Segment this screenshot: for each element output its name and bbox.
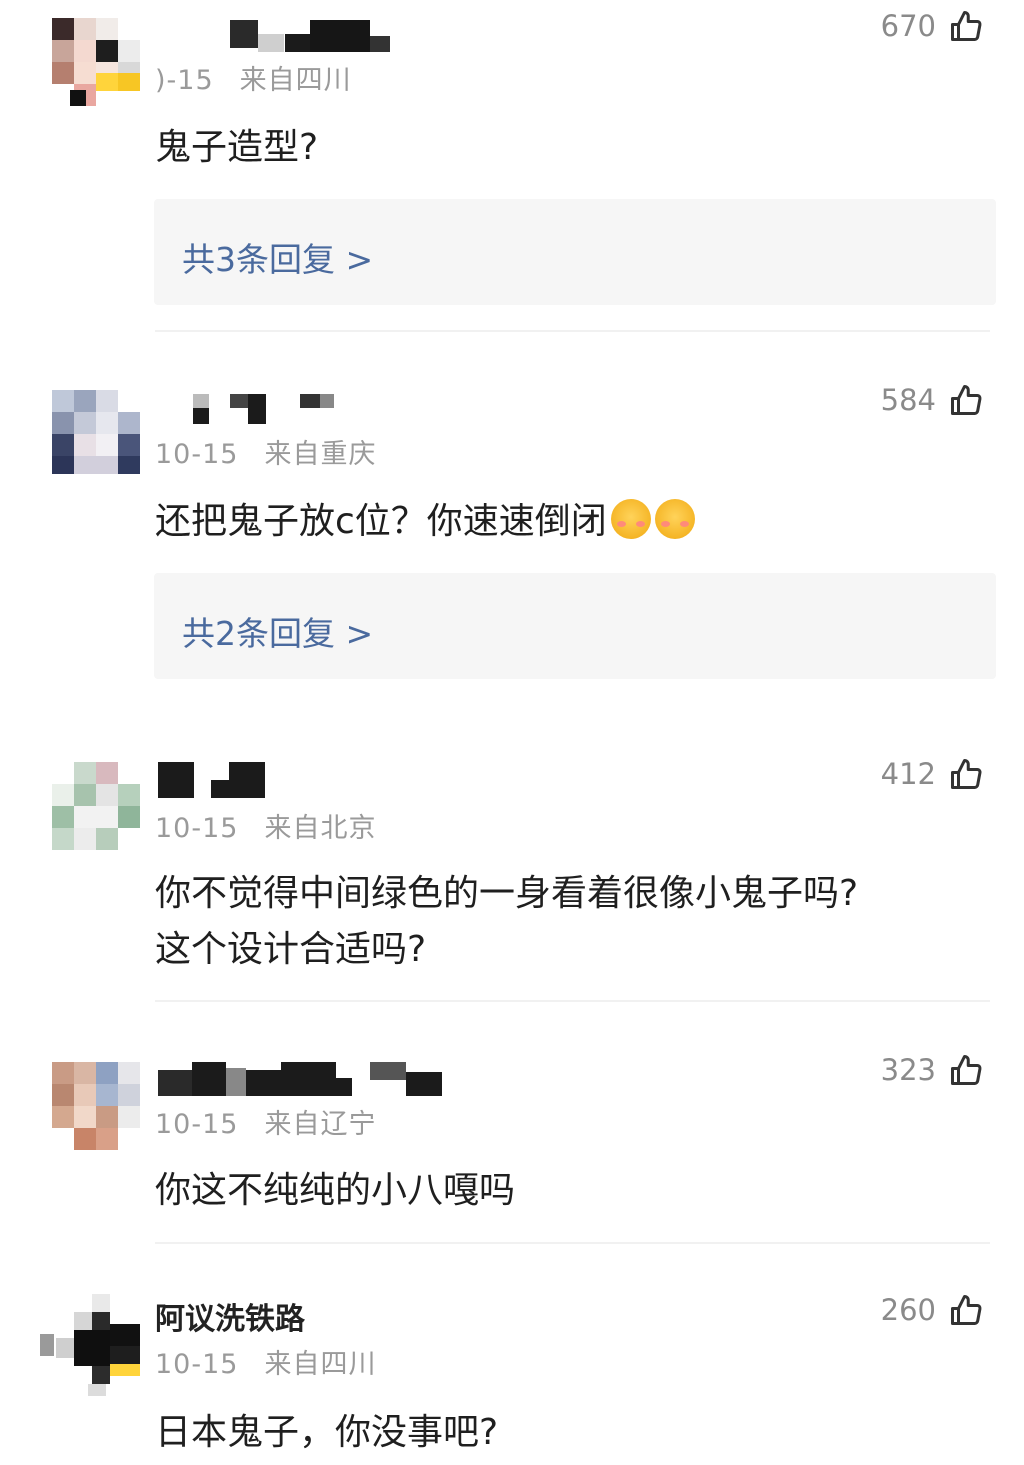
divider — [155, 1242, 990, 1244]
like-button[interactable]: 260 — [881, 1292, 984, 1328]
thumbs-up-icon — [951, 1295, 982, 1325]
like-button[interactable]: 323 — [881, 1052, 984, 1088]
comment-meta: 10-15 来自四川 — [155, 1342, 376, 1381]
comment-location: 来自北京 — [264, 813, 377, 844]
avatar[interactable] — [52, 390, 142, 480]
comment-text: 日本鬼子，你没事吧? — [155, 1412, 499, 1453]
like-count: 323 — [880, 1053, 936, 1087]
comment-date: 10-15 — [155, 1349, 239, 1380]
view-replies-button[interactable]: 共2条回复 > — [154, 573, 996, 679]
comment-text: 还把鬼子放c位？你速速倒闭 — [155, 494, 975, 550]
avatar[interactable] — [40, 1294, 142, 1396]
thumbs-up-icon — [951, 11, 982, 41]
comment-meta: 10-15 来自重庆 — [155, 432, 376, 471]
like-button[interactable]: 670 — [881, 8, 984, 44]
comment-text: 你这不纯纯的小八嘎吗 — [155, 1170, 516, 1211]
blushing-smile-emoji-icon — [654, 499, 695, 539]
thumbs-up-icon — [951, 1055, 982, 1085]
comment-date: )-15 — [155, 65, 214, 96]
like-count: 412 — [880, 757, 936, 791]
comment-date: 10-15 — [155, 439, 239, 470]
replies-label: 共3条回复 > — [182, 240, 374, 279]
like-button[interactable]: 584 — [881, 382, 984, 418]
view-replies-button[interactable]: 共3条回复 > — [154, 199, 996, 305]
comment-date: 10-15 — [155, 1109, 239, 1140]
divider — [155, 330, 990, 332]
comment-location: 来自辽宁 — [264, 1109, 377, 1140]
comment-text: 鬼子造型? — [155, 127, 319, 168]
comment-text-content: 还把鬼子放c位？你速速倒闭 — [155, 501, 607, 542]
blushing-smile-emoji-icon — [610, 499, 651, 539]
replies-label: 共2条回复 > — [182, 614, 374, 653]
comment-text-line: 这个设计合适吗? — [155, 929, 427, 970]
comment-location: 来自四川 — [239, 65, 352, 96]
comment-meta: 10-15 来自北京 — [155, 806, 376, 845]
thumbs-up-icon — [951, 385, 982, 415]
comment-location: 来自四川 — [264, 1349, 377, 1380]
comment-text: 你不觉得中间绿色的一身看着很像小鬼子吗? 这个设计合适吗? — [155, 866, 975, 978]
comment-meta: )-15 来自四川 — [155, 58, 352, 97]
like-count: 670 — [880, 9, 936, 43]
comment-meta: 10-15 来自辽宁 — [155, 1102, 376, 1141]
comment-location: 来自重庆 — [264, 439, 377, 470]
like-button[interactable]: 412 — [881, 756, 984, 792]
avatar[interactable] — [52, 18, 142, 108]
divider — [155, 1000, 990, 1002]
thumbs-up-icon — [951, 759, 982, 789]
avatar[interactable] — [52, 1062, 142, 1152]
username[interactable]: 阿议洗铁路 — [155, 1294, 305, 1338]
comment-date: 10-15 — [155, 813, 239, 844]
comment-text-line: 你不觉得中间绿色的一身看着很像小鬼子吗? — [155, 873, 859, 914]
like-count: 584 — [880, 383, 936, 417]
avatar[interactable] — [52, 762, 142, 852]
like-count: 260 — [880, 1293, 936, 1327]
